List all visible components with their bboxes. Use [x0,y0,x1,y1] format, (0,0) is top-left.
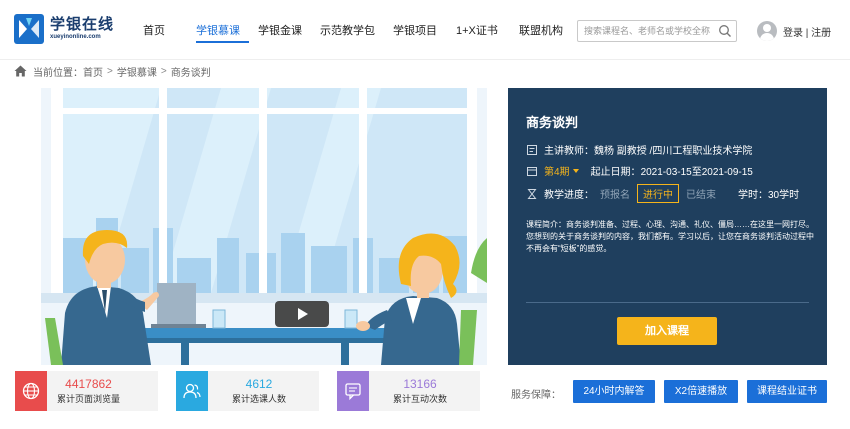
stage-ended: 已结束 [686,190,716,201]
course-title: 商务谈判 [526,115,579,130]
course-cover-illustration [41,88,487,365]
breadcrumb-separator: > [160,65,167,77]
chat-icon [337,371,369,411]
video-player[interactable] [41,88,487,365]
nav-xueyin-mooc[interactable]: 学银慕课 [196,0,249,60]
breadcrumb-mooc[interactable]: 学银慕课 [117,64,157,79]
nav-1x-certificate[interactable]: 1+X证书 [456,0,510,60]
hours-label: 学时： [738,190,768,201]
breadcrumb-current: 商务谈判 [170,67,211,79]
main-nav: 首页 学银慕课 学银金课 示范教学包 学银项目 1+X证书 联盟机构 [134,0,573,60]
logo-mark-icon [14,14,44,44]
stat-label: 累计页面浏览量 [57,394,121,404]
teacher-row: 主讲教师： 魏杨 副教授 /四川工程职业技术学院 [526,142,752,157]
date-range: 2021-03-15至2021-09-15 [640,167,753,178]
avatar-icon[interactable] [757,21,777,41]
logo-name: 学银在线 [50,16,115,33]
progress-label: 教学进度： [544,190,594,201]
search-box [577,20,737,42]
search-input[interactable] [578,21,714,41]
nav-projects[interactable]: 学银项目 [393,0,447,60]
site-logo[interactable]: 学银在线 xueyinonline.com [14,14,114,44]
course-info-panel: 商务谈判 主讲教师： 魏杨 副教授 /四川工程职业技术学院 第4期 起止日期： … [508,88,827,365]
nav-alliance[interactable]: 联盟机构 [519,0,573,60]
stat-interactions: 13166 累计互动次数 [337,371,480,411]
stat-enrolled: 4612 累计选课人数 [176,371,319,411]
breadcrumb-separator: > [107,65,113,77]
stat-value: 13166 [403,377,437,391]
course-page: 学银在线 xueyinonline.com 首页 学银慕课 学银金课 示范教学包… [0,0,850,429]
breadcrumb-prefix: 当前位置： [33,67,83,79]
teacher-icon [527,144,537,155]
service-guarantee-label: 服务保障： [511,390,561,401]
divider [526,302,809,303]
users-icon [176,371,208,411]
logo-domain: xueyinonline.com [50,34,101,40]
stat-page-views: 4417862 累计页面浏览量 [15,371,158,411]
top-header: 学银在线 xueyinonline.com 首页 学银慕课 学银金课 示范教学包… [0,0,850,60]
date-label: 起止日期： [590,167,641,178]
join-course-button[interactable]: 加入课程 [617,317,717,345]
breadcrumb-home[interactable]: 首页 [83,64,103,79]
guarantee-certificate[interactable]: 课程结业证书 [747,380,827,403]
course-description: 课程简介：商务谈判准备、过程、心理、沟通、礼仪、僵局……在这里一网打尽。您想到的… [526,220,814,253]
play-button[interactable] [275,301,329,327]
chevron-down-icon[interactable] [572,168,579,173]
login-register-link[interactable]: 登录 | 注册 [783,24,831,39]
hourglass-icon [527,188,537,199]
teacher-label: 主讲教师： [544,146,594,157]
user-area: 登录 | 注册 [757,21,831,41]
stat-value: 4612 [245,377,273,391]
guarantee-24h-answer[interactable]: 24小时内解答 [573,380,655,403]
nav-home[interactable]: 首页 [143,0,187,60]
stat-label: 累计互动次数 [393,394,448,404]
calendar-icon [527,166,537,176]
date-row: 第4期 起止日期： 2021-03-15至2021-09-15 [526,163,753,178]
nav-gold-courses[interactable]: 学银金课 [258,0,311,60]
breadcrumb: 当前位置： 首页 > 学银慕课 > 商务谈判 [14,63,211,79]
home-icon [14,65,27,77]
stage-in-progress: 进行中 [637,184,679,203]
period-selector[interactable]: 第4期 [544,163,570,178]
search-icon[interactable] [718,24,732,38]
stat-value: 4417862 [65,377,112,391]
progress-row: 教学进度： 预报名 进行中 已结束 学时： 30学时 [526,184,799,203]
nav-teaching-packs[interactable]: 示范教学包 [320,0,384,60]
guarantee-2x-playback[interactable]: X2倍速播放 [664,380,738,403]
teacher-name: 魏杨 副教授 /四川工程职业技术学院 [594,146,753,157]
stage-pre-enroll: 预报名 [600,190,630,201]
hours-value: 30学时 [768,190,800,201]
globe-icon [15,371,47,411]
stat-label: 累计选课人数 [232,394,287,404]
